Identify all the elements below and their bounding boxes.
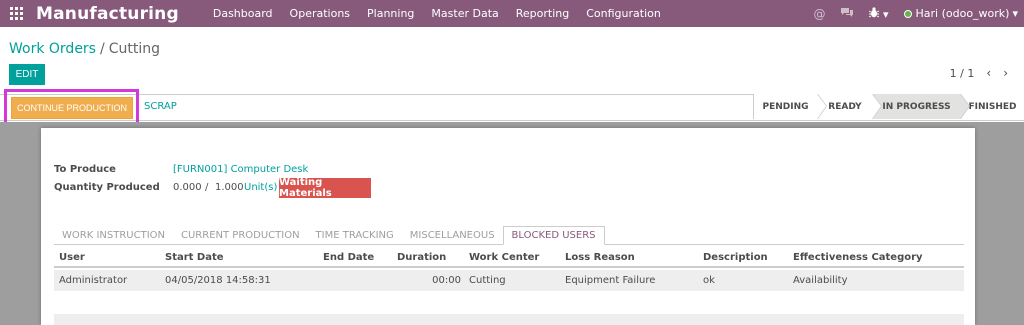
highlight-annotation — [4, 89, 139, 126]
bug-icon[interactable]: ▾ — [869, 6, 889, 21]
chevron-down-icon: ▾ — [1012, 7, 1018, 20]
tab-current-production[interactable]: CURRENT PRODUCTION — [173, 226, 308, 245]
stage-label: FINISHED — [968, 101, 1017, 112]
column-header-duration[interactable]: Duration — [397, 248, 446, 266]
cell-description: ok — [703, 275, 715, 286]
notebook-tabs: WORK INSTRUCTION CURRENT PRODUCTION TIME… — [54, 226, 964, 245]
stage-label: PENDING — [762, 101, 809, 112]
menu-item-planning[interactable]: Planning — [367, 7, 414, 20]
cell-duration: 00:00 — [432, 275, 461, 286]
top-navbar: Manufacturing Dashboard Operations Plann… — [0, 0, 1024, 27]
stage-label: IN PROGRESS — [882, 101, 951, 112]
table-row[interactable]: Administrator 04/05/2018 14:58:31 00:00 … — [54, 270, 964, 291]
user-name: Hari (odoo_work) — [915, 7, 1010, 20]
user-status-icon — [903, 9, 912, 18]
cell-start-date: 04/05/2018 14:58:31 — [165, 275, 271, 286]
quantity-to-produce-value: 1.000 — [215, 182, 244, 193]
navbar-right: @ ▾ Hari (odoo_work) ▾ — [813, 0, 1024, 27]
to-produce-product-link[interactable]: [FURN001] Computer Desk — [173, 164, 308, 175]
menu-item-master-data[interactable]: Master Data — [431, 7, 498, 20]
pager-previous-icon[interactable]: ‹ — [986, 66, 991, 80]
tab-miscellaneous[interactable]: MISCELLANEOUS — [402, 226, 503, 245]
cell-work-center: Cutting — [469, 275, 506, 286]
chevron-down-icon: ▾ — [882, 7, 889, 21]
breadcrumb-separator: / — [99, 41, 105, 57]
stage-label: READY — [828, 101, 862, 112]
menu-item-reporting[interactable]: Reporting — [516, 7, 569, 20]
quantity-produced-label: Quantity Produced — [54, 182, 160, 193]
menu-item-operations[interactable]: Operations — [290, 7, 350, 20]
cell-user: Administrator — [59, 275, 128, 286]
tab-time-tracking[interactable]: TIME TRACKING — [308, 226, 402, 245]
column-header-user[interactable]: User — [59, 248, 85, 266]
waiting-materials-badge: Waiting Materials — [279, 177, 371, 199]
table-header: User Start Date End Date Duration Work C… — [54, 248, 964, 268]
pager-value[interactable]: 1 / 1 — [950, 67, 975, 80]
column-header-start-date[interactable]: Start Date — [165, 248, 224, 266]
scrap-button[interactable]: SCRAP — [144, 101, 177, 112]
breadcrumb: Work Orders / Cutting — [9, 41, 160, 57]
app-title: Manufacturing — [36, 3, 179, 24]
pager-next-icon[interactable]: › — [1003, 66, 1008, 80]
stage-in-progress[interactable]: IN PROGRESS — [872, 94, 970, 119]
cell-loss-reason: Equipment Failure — [565, 275, 656, 286]
breadcrumb-work-orders[interactable]: Work Orders — [9, 41, 96, 57]
stage-pending[interactable]: PENDING — [753, 94, 827, 119]
cell-effectiveness-category: Availability — [793, 275, 848, 286]
menu-item-configuration[interactable]: Configuration — [586, 7, 661, 20]
table-footer — [54, 314, 964, 325]
column-header-loss-reason[interactable]: Loss Reason — [565, 248, 635, 266]
user-menu[interactable]: Hari (odoo_work) ▾ — [903, 7, 1018, 20]
edit-button[interactable]: EDIT — [9, 64, 45, 85]
breadcrumb-current: Cutting — [108, 41, 160, 57]
quantity-produced-value: 0.000 — [173, 182, 202, 193]
chat-icon[interactable] — [840, 7, 854, 21]
tab-work-instruction[interactable]: WORK INSTRUCTION — [54, 226, 173, 245]
at-icon[interactable]: @ — [813, 7, 825, 21]
apps-grid-icon[interactable] — [9, 7, 23, 21]
column-header-description[interactable]: Description — [703, 248, 768, 266]
unit-of-measure-link[interactable]: Unit(s) — [244, 182, 277, 193]
stage-pipeline: PENDING READY IN PROGRESS FINISHED — [753, 94, 1024, 121]
menu-item-dashboard[interactable]: Dashboard — [213, 7, 273, 20]
quantity-separator: / — [205, 182, 209, 193]
column-header-end-date[interactable]: End Date — [323, 248, 374, 266]
to-produce-label: To Produce — [54, 164, 116, 175]
main-menu: Dashboard Operations Planning Master Dat… — [213, 7, 678, 20]
column-header-effectiveness-category[interactable]: Effectiveness Category — [793, 248, 923, 266]
tab-blocked-users[interactable]: BLOCKED USERS — [502, 226, 605, 245]
pager: 1 / 1 ‹ › — [950, 66, 1008, 80]
column-header-work-center[interactable]: Work Center — [469, 248, 539, 266]
